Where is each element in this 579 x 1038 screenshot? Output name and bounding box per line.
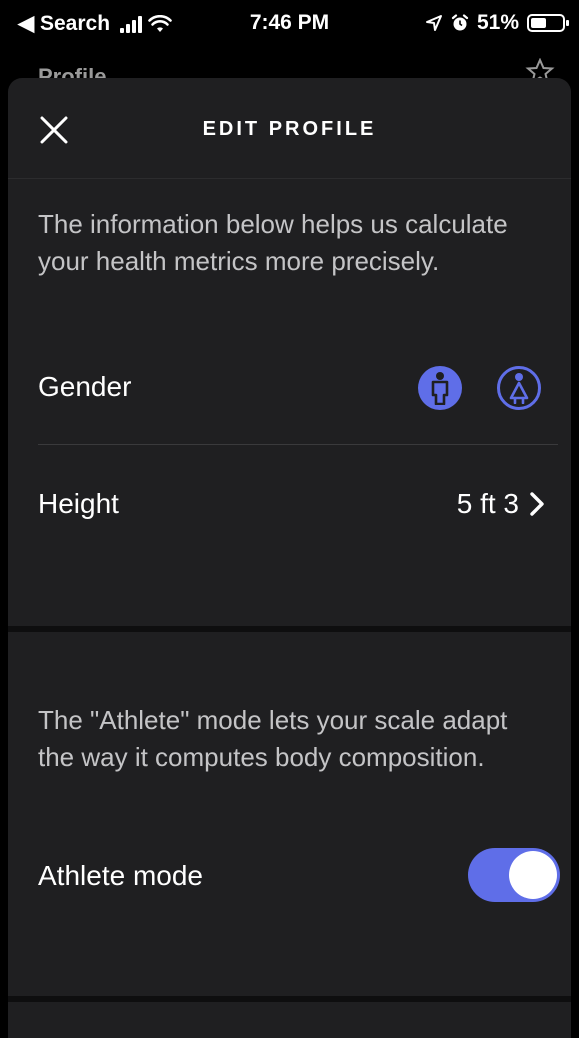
height-label: Height: [38, 488, 119, 519]
section-separator: [8, 626, 571, 632]
male-icon: [431, 372, 449, 405]
athlete-description: The "Athlete" mode lets your scale adapt…: [38, 705, 508, 772]
height-value[interactable]: 5 ft 3: [457, 488, 519, 520]
battery-percent: 51%: [476, 11, 519, 34]
athlete-mode-toggle[interactable]: [468, 848, 560, 902]
sheet-title: EDIT PROFILE: [202, 118, 377, 140]
gender-height-divider: [38, 444, 558, 445]
toggle-knob[interactable]: [509, 851, 557, 899]
battery-icon: [527, 14, 569, 32]
female-icon: [509, 373, 529, 404]
chevron-right-icon[interactable]: [525, 490, 549, 518]
gender-male-button[interactable]: [418, 366, 462, 410]
sheet-header: EDIT PROFILE: [8, 78, 571, 179]
star-icon: [525, 58, 555, 80]
battery-fill: [531, 18, 547, 28]
status-bar: ◀ Search 7:46 PM 51%: [0, 0, 579, 50]
section-separator-bottom: [8, 996, 571, 1002]
edit-profile-sheet: EDIT PROFILE The information below helps…: [8, 78, 571, 1038]
gender-label: Gender: [38, 371, 132, 402]
status-right: 51%: [425, 11, 569, 35]
location-icon: [425, 15, 442, 31]
alarm-icon: [451, 14, 469, 31]
health-description: The information below helps us calculate…: [38, 209, 508, 276]
gender-female-button[interactable]: [497, 366, 541, 410]
athlete-mode-label: Athlete mode: [38, 860, 203, 891]
